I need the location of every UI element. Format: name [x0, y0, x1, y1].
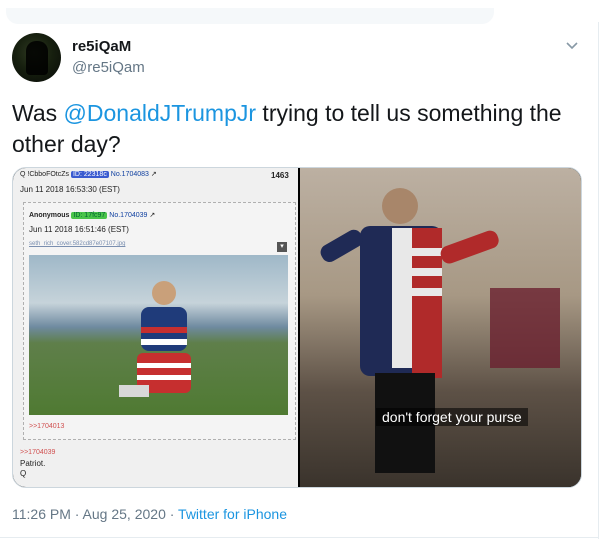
- chan-post-header: Q !CbboFOtcZs ID: 22318c No.1704083 ↗: [20, 170, 157, 178]
- media-grid: Q !CbboFOtcZs ID: 22318c No.1704083 ↗ 14…: [12, 167, 582, 488]
- chan-id-badge: ID: 22318c: [70, 171, 109, 178]
- inner-post-date: Jun 11 2018 16:51:46 (EST): [29, 225, 129, 234]
- inner-name: Anonymous: [29, 212, 70, 219]
- chan-inner-post: Anonymous ID: 17fc97 No.1704039 ↗ Jun 11…: [23, 202, 296, 440]
- tweet-text-prefix: Was: [12, 100, 64, 126]
- man-in-flag-jacket-figure: [320, 188, 560, 473]
- inner-id-badge: ID: 17fc97: [71, 212, 108, 219]
- video-subtitle: don't forget your purse: [376, 408, 528, 426]
- chan-post-number: No.1704083: [110, 171, 149, 178]
- inner-photo: [29, 255, 288, 415]
- chevron-down-icon[interactable]: [563, 36, 581, 54]
- external-link-icon: ↗: [149, 212, 156, 219]
- divider: [0, 537, 598, 538]
- chan-quote-link: >>1704039: [20, 449, 56, 456]
- tweet-time[interactable]: 11:26 PM · Aug 25, 2020 ·: [12, 506, 178, 522]
- inner-quote-link: >>1704013: [29, 423, 65, 430]
- user-handle[interactable]: @re5iQam: [72, 59, 145, 76]
- tweet-timestamp: 11:26 PM · Aug 25, 2020 · Twitter for iP…: [12, 506, 287, 522]
- chan-name: Q !CbboFOtcZs: [20, 171, 70, 178]
- display-name[interactable]: re5iQaM: [72, 38, 131, 55]
- download-icon: ▾: [277, 242, 287, 252]
- chan-post-count: 1463: [271, 171, 289, 180]
- avatar[interactable]: [12, 33, 61, 82]
- media-image-right[interactable]: don't forget your purse: [300, 168, 581, 487]
- tweet-text: Was @DonaldJTrumpJr trying to tell us so…: [12, 98, 587, 160]
- inner-post-header: Anonymous ID: 17fc97 No.1704039 ↗: [29, 211, 155, 219]
- inner-file-name: seth_rich_cover.582cd87e07107.jpg: [29, 241, 126, 247]
- man-in-flag-outfit-figure: [119, 281, 191, 397]
- chan-post-text: Patriot.: [20, 459, 46, 468]
- mention-link[interactable]: @DonaldJTrumpJr: [64, 100, 257, 126]
- media-image-left[interactable]: Q !CbboFOtcZs ID: 22318c No.1704083 ↗ 14…: [13, 168, 298, 487]
- chan-post-signature: Q: [20, 469, 27, 478]
- inner-post-number: No.1704039: [109, 212, 148, 219]
- tweet-source-link[interactable]: Twitter for iPhone: [178, 506, 287, 522]
- external-link-icon: ↗: [150, 171, 157, 178]
- avatar-figure: [26, 41, 48, 75]
- chan-post-date: Jun 11 2018 16:53:30 (EST): [20, 185, 120, 194]
